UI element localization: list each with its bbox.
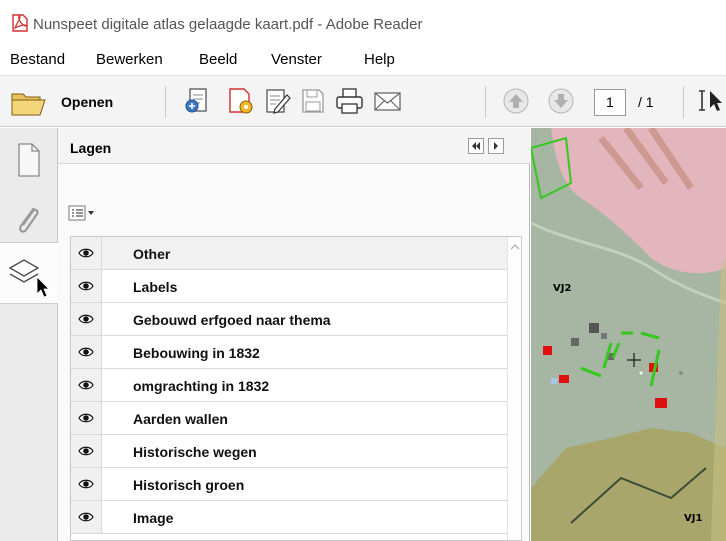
printer-icon	[336, 88, 363, 114]
layer-label: Gebouwd erfgoed naar thema	[133, 312, 331, 328]
pages-panel-button[interactable]	[10, 140, 48, 180]
chevron-right-icon	[494, 142, 498, 150]
page-total: / 1	[638, 94, 654, 110]
layer-row-historische-wegen[interactable]: Historische wegen	[71, 435, 507, 468]
toolbar: Openen 1 / 1	[0, 75, 726, 127]
map-canvas[interactable]: VJ2 VJ1	[531, 128, 726, 541]
layer-visibility-toggle[interactable]	[71, 336, 102, 368]
layer-visibility-toggle[interactable]	[71, 303, 102, 335]
select-tool-button[interactable]	[694, 86, 726, 116]
layer-list: Other Labels Gebouwd erfgoed naar thema	[70, 236, 522, 541]
next-page-button[interactable]	[545, 86, 577, 116]
edit-button[interactable]	[261, 86, 293, 116]
scroll-up-arrow-icon[interactable]	[510, 243, 520, 251]
eye-icon	[78, 446, 94, 456]
layer-list-scrollbar[interactable]	[507, 237, 521, 540]
collapse-panel-button[interactable]	[468, 138, 484, 154]
menu-help[interactable]: Help	[364, 51, 395, 68]
eye-icon	[78, 281, 94, 291]
panel-title: Lagen	[70, 140, 112, 156]
pages-icon	[18, 143, 40, 177]
edit-document-icon	[266, 89, 291, 114]
open-button[interactable]: Openen	[10, 86, 145, 118]
toolbar-separator	[683, 86, 684, 118]
eye-icon	[78, 380, 94, 390]
layer-options-button[interactable]	[68, 204, 106, 224]
eye-icon	[78, 479, 94, 489]
map-label-vj1: VJ1	[684, 513, 703, 524]
layer-label: Aarden wallen	[133, 411, 228, 427]
navigation-rail	[0, 128, 58, 541]
layer-label: omgrachting in 1832	[133, 378, 270, 394]
layer-label: Historische wegen	[133, 444, 257, 460]
layer-row-bebouwing-1832[interactable]: Bebouwing in 1832	[71, 336, 507, 369]
layer-label: Other	[133, 246, 171, 262]
layer-visibility-toggle[interactable]	[71, 501, 102, 533]
menu-bestand[interactable]: Bestand	[10, 51, 65, 68]
layer-label: Historisch groen	[133, 477, 245, 493]
layer-visibility-toggle[interactable]	[71, 435, 102, 467]
paperclip-icon	[18, 207, 39, 233]
expand-panel-button[interactable]	[488, 138, 504, 154]
layer-row-historisch-groen[interactable]: Historisch groen	[71, 468, 507, 501]
eye-icon	[78, 413, 94, 423]
print-button[interactable]	[333, 86, 365, 116]
pdf-file-icon	[12, 14, 28, 32]
layer-row-omgrachting-1832[interactable]: omgrachting in 1832	[71, 369, 507, 402]
envelope-icon	[374, 92, 401, 111]
layer-label: Labels	[133, 279, 178, 295]
eye-icon	[78, 314, 94, 324]
layer-visibility-toggle[interactable]	[71, 270, 102, 302]
double-chevron-left-icon	[472, 142, 480, 150]
pdf-settings-button[interactable]	[224, 86, 256, 116]
toolbar-separator	[165, 86, 166, 118]
menu-venster[interactable]: Venster	[271, 51, 322, 68]
eye-icon	[78, 347, 94, 357]
layer-visibility-toggle[interactable]	[71, 468, 102, 500]
previous-page-button[interactable]	[500, 86, 532, 116]
save-icon	[302, 89, 324, 113]
layer-row-image[interactable]: Image	[71, 501, 507, 534]
layers-icon	[8, 259, 50, 298]
arrow-down-icon	[548, 88, 574, 114]
map-label-vj2: VJ2	[553, 283, 572, 294]
layer-label: Image	[133, 510, 174, 526]
layers-panel-header: Lagen	[58, 128, 530, 164]
email-button[interactable]	[371, 86, 403, 116]
layer-row-other[interactable]: Other	[71, 237, 507, 270]
layer-row-labels[interactable]: Labels	[71, 270, 507, 303]
menu-bar: Bestand Bewerken Beeld Venster Help	[0, 48, 726, 72]
pdf-gear-icon	[229, 88, 253, 114]
create-pdf-button[interactable]	[182, 86, 214, 116]
layer-row-gebouwd-erfgoed[interactable]: Gebouwd erfgoed naar thema	[71, 303, 507, 336]
open-button-label: Openen	[61, 94, 114, 110]
save-button[interactable]	[296, 86, 328, 116]
eye-icon	[78, 512, 94, 522]
page-number-input[interactable]: 1	[594, 89, 626, 116]
menu-beeld[interactable]: Beeld	[199, 51, 237, 68]
menu-bewerken[interactable]: Bewerken	[96, 51, 163, 68]
eye-icon	[78, 248, 94, 258]
layers-panel-button[interactable]	[0, 242, 58, 304]
layer-row-aarden-wallen[interactable]: Aarden wallen	[71, 402, 507, 435]
map-drawing	[531, 128, 726, 541]
arrow-up-icon	[503, 88, 529, 114]
toolbar-separator	[485, 86, 486, 118]
window-title: Nunspeet digitale atlas gelaagde kaart.p…	[33, 16, 423, 33]
layer-visibility-toggle[interactable]	[71, 237, 102, 269]
create-pdf-icon	[185, 88, 207, 113]
layer-label: Bebouwing in 1832	[133, 345, 260, 361]
layer-visibility-toggle[interactable]	[71, 402, 102, 434]
layers-panel: Lagen Other Labels Gebouwd erfgoed naar …	[58, 128, 530, 541]
options-menu-icon	[68, 205, 94, 221]
text-cursor-icon	[699, 90, 722, 111]
attachments-panel-button[interactable]	[10, 200, 48, 240]
folder-icon	[11, 93, 46, 116]
window-titlebar: Nunspeet digitale atlas gelaagde kaart.p…	[0, 0, 726, 45]
layer-visibility-toggle[interactable]	[71, 369, 102, 401]
